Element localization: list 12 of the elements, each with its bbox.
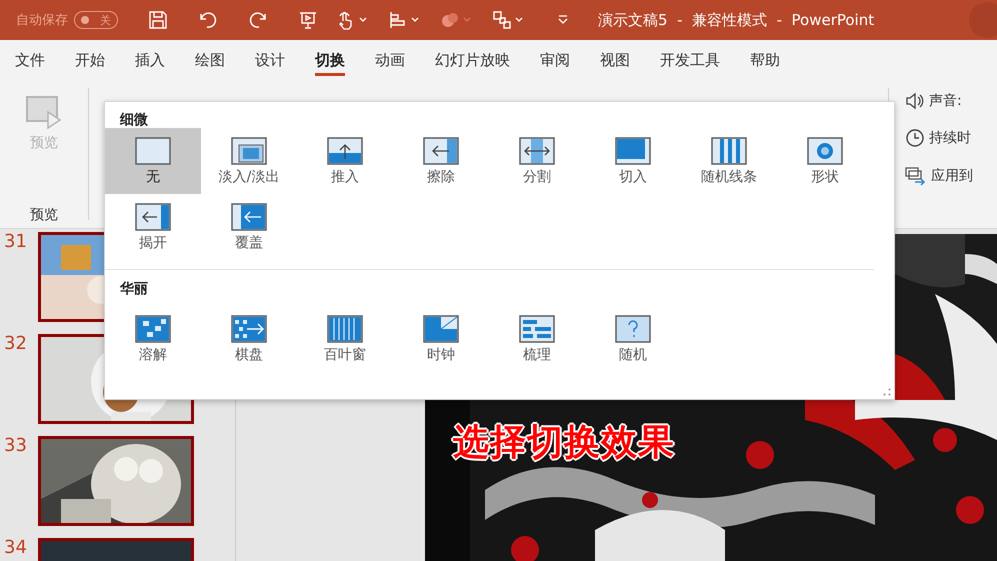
autosave-label: 自动保存	[16, 12, 68, 29]
group-label: 预览	[30, 206, 58, 224]
slide-number: 34	[3, 539, 28, 560]
slide-number: 31	[3, 233, 28, 254]
slide-number: 33	[3, 437, 28, 458]
section-title: 华丽	[118, 280, 148, 299]
slide-number: 32	[3, 335, 28, 356]
window-title: 演示文稿5 - 兼容性模式 - PowerPoint	[598, 10, 874, 30]
sound-label: 声音:	[929, 92, 962, 110]
section-title: 细微	[118, 111, 148, 128]
slide-caption: 选择切换效果	[453, 421, 675, 465]
duration-label: 持续时	[929, 129, 971, 147]
